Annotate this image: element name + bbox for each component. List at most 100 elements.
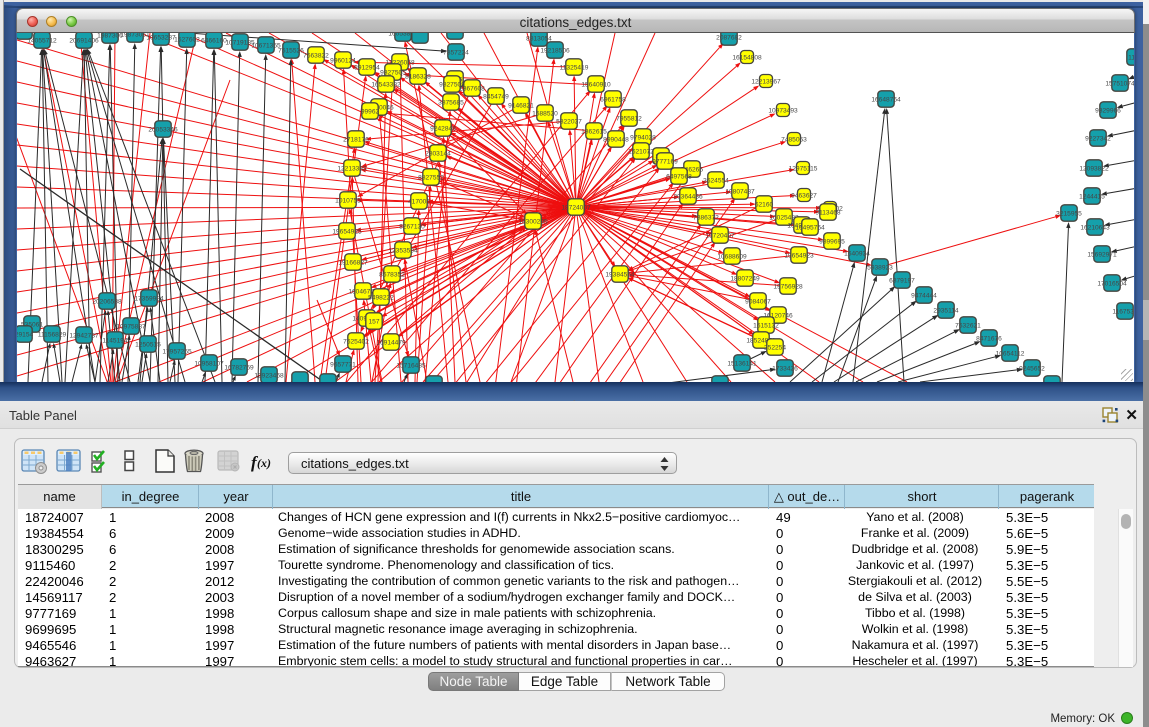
svg-text:8186328: 8186328 — [405, 74, 431, 81]
svg-text:19218506: 19218506 — [540, 48, 570, 55]
svg-text:8990448: 8990448 — [603, 137, 629, 144]
svg-text:9146821: 9146821 — [508, 103, 534, 110]
svg-text:7632621: 7632621 — [955, 323, 981, 330]
svg-text:9794028: 9794028 — [630, 135, 656, 142]
svg-text:10671355: 10671355 — [251, 43, 281, 50]
svg-text:12353594: 12353594 — [388, 248, 418, 255]
svg-text:9777169: 9777169 — [652, 159, 678, 166]
svg-text:8454749: 8454749 — [483, 94, 509, 101]
svg-text:15692971: 15692971 — [1087, 252, 1117, 259]
svg-text:2367608: 2367608 — [459, 86, 485, 93]
svg-text:9899695: 9899695 — [819, 239, 845, 246]
svg-text:18724007: 18724007 — [561, 205, 591, 212]
svg-text:6961758: 6961758 — [600, 97, 626, 104]
svg-text:17016504: 17016504 — [1097, 281, 1127, 288]
svg-text:8267130: 8267130 — [399, 224, 425, 231]
svg-text:9245652: 9245652 — [1019, 366, 1045, 373]
svg-text:29154: 29154 — [17, 332, 33, 339]
svg-text:12213383: 12213383 — [337, 166, 367, 173]
svg-text:20691406: 20691406 — [69, 38, 99, 45]
svg-text:12923468: 12923468 — [254, 373, 284, 380]
svg-text:19166827: 19166827 — [338, 260, 368, 267]
svg-text:7485063: 7485063 — [781, 137, 807, 144]
svg-text:20206538: 20206538 — [92, 299, 122, 306]
svg-text:9474444: 9474444 — [911, 293, 937, 300]
svg-text:14055712: 14055712 — [27, 38, 57, 45]
svg-text:20364436: 20364436 — [673, 194, 703, 201]
svg-text:17359924: 17359924 — [134, 296, 164, 303]
svg-text:8678352: 8678352 — [379, 272, 405, 279]
svg-text:7357224: 7357224 — [443, 50, 469, 57]
svg-text:1527602: 1527602 — [174, 37, 200, 44]
svg-text:19654923: 19654923 — [784, 253, 814, 260]
svg-text:252254: 252254 — [764, 345, 786, 352]
svg-text:16210643: 16210643 — [1080, 225, 1110, 232]
svg-text:8912954: 8912954 — [354, 65, 380, 72]
svg-text:15720407: 15720407 — [705, 233, 735, 240]
svg-text:1250515: 1250515 — [135, 342, 161, 349]
svg-text:18300295: 18300295 — [518, 219, 548, 226]
svg-text:15136141: 15136141 — [727, 361, 757, 368]
svg-text:16648764: 16648764 — [871, 97, 901, 104]
svg-text:11156829: 11156829 — [38, 332, 67, 339]
svg-text:9242848: 9242848 — [430, 126, 456, 133]
svg-text:(x): (x) — [257, 456, 271, 470]
svg-text:1640934: 1640934 — [844, 251, 870, 258]
svg-text:2087682: 2087682 — [716, 35, 742, 42]
svg-text:19384554: 19384554 — [605, 272, 635, 279]
svg-text:16782759: 16782759 — [224, 365, 254, 372]
svg-text:9227342: 9227342 — [1085, 136, 1111, 143]
svg-text:2935114: 2935114 — [933, 308, 959, 315]
svg-text:2718176: 2718176 — [343, 137, 369, 144]
svg-text:16914479: 16914479 — [376, 340, 406, 347]
svg-text:15751074: 15751074 — [1105, 81, 1134, 88]
svg-text:9084067: 9084067 — [745, 299, 771, 306]
svg-text:157: 157 — [368, 319, 379, 326]
svg-text:10973493: 10973493 — [768, 108, 798, 115]
svg-text:18807249: 18807249 — [730, 276, 760, 283]
svg-text:417006: 417006 — [408, 199, 430, 206]
svg-text:16495764: 16495764 — [795, 225, 825, 232]
svg-text:8827552: 8827552 — [418, 175, 444, 182]
svg-text:10653287: 10653287 — [146, 35, 176, 42]
svg-text:8471676: 8471676 — [976, 336, 1002, 343]
svg-text:1167533: 1167533 — [1112, 309, 1134, 316]
svg-text:6466160: 6466160 — [201, 38, 227, 45]
svg-text:7955812: 7955812 — [616, 116, 642, 123]
svg-text:1588520: 1588520 — [532, 111, 558, 118]
svg-text:9657771: 9657771 — [330, 362, 356, 369]
svg-text:1362615: 1362615 — [581, 129, 607, 136]
svg-text:5322037: 5322037 — [556, 119, 582, 126]
svg-text:1733426: 1733426 — [772, 366, 798, 373]
svg-text:12093822: 12093822 — [1079, 166, 1109, 173]
svg-text:10958107: 10958107 — [194, 361, 224, 368]
svg-text:7625402: 7625402 — [343, 339, 369, 346]
svg-text:16154808: 16154808 — [732, 55, 762, 62]
svg-text:2803144: 2803144 — [425, 151, 451, 158]
svg-text:3215955: 3215955 — [1056, 211, 1082, 218]
svg-text:6497568: 6497568 — [666, 174, 692, 181]
svg-text:10688609: 10688609 — [717, 254, 747, 261]
svg-text:7515526: 7515526 — [278, 48, 304, 55]
svg-text:15716485: 15716485 — [396, 363, 426, 370]
svg-text:1117: 1117 — [1128, 55, 1134, 62]
svg-text:1145194: 1145194 — [102, 338, 128, 345]
svg-text:10975887: 10975887 — [116, 324, 146, 331]
svg-text:9463627: 9463627 — [791, 193, 817, 200]
svg-text:1010755: 1010755 — [335, 198, 361, 205]
svg-text:7386372: 7386372 — [693, 215, 719, 222]
svg-text:1987306: 1987306 — [97, 33, 123, 40]
svg-text:19756928: 19756928 — [773, 284, 803, 291]
svg-text:9960124: 9960124 — [330, 58, 356, 65]
svg-text:12942737: 12942737 — [69, 333, 99, 340]
svg-text:20053346: 20053346 — [148, 127, 178, 134]
svg-text:9329966: 9329966 — [1095, 108, 1121, 115]
svg-text:12213967: 12213967 — [751, 79, 781, 86]
svg-text:1244415: 1244415 — [1079, 194, 1105, 201]
svg-text:17957255: 17957255 — [162, 349, 192, 356]
svg-text:3875685: 3875685 — [438, 100, 464, 107]
svg-text:5498222: 5498222 — [368, 295, 394, 302]
svg-text:15640910: 15640910 — [581, 82, 611, 89]
svg-text:7663822: 7663822 — [303, 53, 329, 60]
svg-text:12975115: 12975115 — [789, 166, 818, 173]
